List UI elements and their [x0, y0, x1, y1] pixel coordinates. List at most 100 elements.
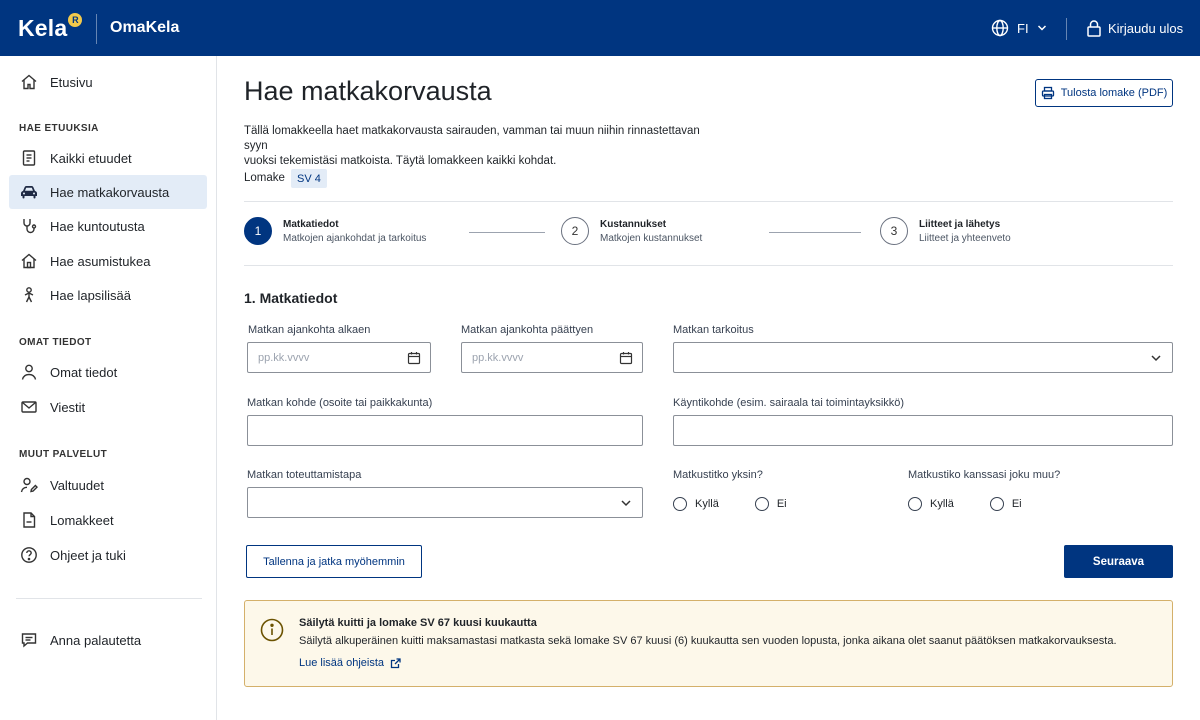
sidebar-divider [16, 598, 202, 599]
start-date-placeholder: pp.kk.vvvv [258, 351, 310, 364]
sidebar-item-travel-reimbursement[interactable]: Hae matkakorvausta [9, 175, 207, 209]
companion-yes-radio[interactable]: Kyllä [908, 497, 954, 511]
person-icon [19, 362, 39, 382]
sidebar-section-title: HAE ETUUKSIA [19, 123, 99, 134]
sidebar-item-child-benefit[interactable]: Hae lapsilisää [9, 278, 207, 312]
save-continue-later-button[interactable]: Tallenna ja jatka myöhemmin [246, 545, 422, 578]
start-date-label: Matkan ajankohta alkaen [248, 324, 371, 336]
header-divider [96, 14, 97, 44]
purpose-label: Matkan tarkoitus [673, 324, 754, 336]
document-icon [19, 148, 39, 168]
globe-icon [991, 19, 1009, 37]
read-more-label: Lue lisää ohjeista [299, 657, 385, 669]
destination-input[interactable] [247, 415, 643, 446]
companion-no-radio[interactable]: Ei [989, 497, 1022, 511]
person-edit-icon [19, 475, 39, 495]
sidebar-item-label: Lomakkeet [50, 512, 114, 528]
sidebar-item-label: Hae matkakorvausta [50, 184, 170, 200]
radio-dot[interactable] [989, 497, 1004, 511]
info-notice: Säilytä kuitti ja lomake SV 67 kuusi kuu… [244, 600, 1173, 687]
logout-button[interactable]: Kirjaudu ulos [1086, 19, 1183, 37]
traveled-alone-label: Matkustitko yksin? [673, 469, 763, 481]
travel-mode-select[interactable] [247, 487, 643, 518]
sidebar-item-label: Hae asumistukea [50, 253, 151, 269]
visit-location-label: Käyntikohde (esim. sairaala tai toiminta… [673, 397, 905, 409]
step-subtitle: Matkojen ajankohdat ja tarkoitus [283, 232, 427, 244]
logout-label: Kirjaudu ulos [1108, 20, 1184, 36]
form-code-badge: SV 4 [291, 169, 327, 188]
top-bar: Kela R OmaKela FI Kirjaudu ulos [0, 0, 1200, 56]
sidebar-item-authorizations[interactable]: Valtuudet [9, 468, 207, 502]
car-icon [19, 182, 39, 202]
step-connector [769, 232, 861, 233]
traveled-alone-no-radio[interactable]: Ei [754, 497, 787, 511]
sidebar-item-all-benefits[interactable]: Kaikki etuudet [9, 141, 207, 175]
sidebar-section-title: MUUT PALVELUT [19, 449, 108, 460]
file-icon [19, 510, 39, 530]
question-icon [19, 545, 39, 565]
sidebar-item-home[interactable]: Etusivu [9, 65, 207, 99]
calendar-icon[interactable] [407, 351, 421, 365]
sidebar-item-label: Hae lapsilisää [50, 287, 131, 303]
sidebar-item-help[interactable]: Ohjeet ja tuki [9, 538, 207, 572]
radio-label: Kyllä [695, 498, 719, 510]
section-title: 1. Matkatiedot [244, 290, 338, 306]
step-1[interactable]: 1 Matkatiedot Matkojen ajankohdat ja tar… [244, 217, 426, 245]
traveled-alone-radio-group: Kyllä Ei [673, 497, 787, 511]
sidebar-section-title: OMAT TIEDOT [19, 337, 92, 348]
step-2[interactable]: 2 Kustannukset Matkojen kustannukset [561, 217, 702, 245]
sidebar-item-messages[interactable]: Viestit [9, 390, 207, 424]
calendar-icon[interactable] [619, 351, 633, 365]
read-more-link[interactable]: Lue lisää ohjeista [299, 657, 401, 669]
traveled-alone-yes-radio[interactable]: Kyllä [673, 497, 719, 511]
house-icon [19, 251, 39, 271]
radio-dot[interactable] [673, 497, 687, 511]
divider [244, 265, 1173, 266]
step-connector [469, 232, 545, 233]
sidebar-item-housing-allowance[interactable]: Hae asumistukea [9, 244, 207, 278]
chevron-down-icon [1037, 25, 1046, 31]
sidebar-item-label: Anna palautetta [50, 632, 142, 648]
sidebar-item-label: Ohjeet ja tuki [50, 547, 126, 563]
radio-dot[interactable] [908, 497, 922, 511]
step-subtitle: Matkojen kustannukset [600, 232, 703, 244]
app-name: OmaKela [110, 19, 180, 36]
external-link-icon [390, 657, 401, 668]
chat-icon [19, 630, 39, 650]
divider [244, 201, 1173, 202]
radio-label: Ei [1011, 498, 1022, 510]
sidebar-item-forms[interactable]: Lomakkeet [9, 503, 207, 537]
step-subtitle: Liitteet ja yhteenveto [919, 232, 1011, 244]
start-date-input[interactable]: pp.kk.vvvv [247, 342, 431, 373]
sidebar-item-rehabilitation[interactable]: Hae kuntoutusta [9, 209, 207, 243]
intro-text: Tällä lomakkeella haet matkakorvausta sa… [244, 124, 724, 169]
end-date-label: Matkan ajankohta päättyen [461, 324, 594, 336]
header-divider-right [1066, 18, 1067, 40]
companion-label: Matkustiko kanssasi joku muu? [908, 469, 1061, 481]
kela-logo[interactable]: Kela R [18, 13, 83, 43]
child-icon [19, 285, 39, 305]
intro-line: vuoksi tekemistäsi matkoista. Täytä loma… [244, 155, 557, 167]
print-pdf-button[interactable]: Tulosta lomake (PDF) [1035, 79, 1173, 107]
end-date-placeholder: pp.kk.vvvv [472, 351, 524, 364]
sidebar-item-label: Kaikki etuudet [50, 150, 132, 166]
sidebar-item-label: Viestit [50, 399, 86, 415]
language-code: FI [1017, 20, 1029, 36]
intro-line: Tällä lomakkeella haet matkakorvausta sa… [244, 125, 700, 152]
step-3[interactable]: 3 Liitteet ja lähetys Liitteet ja yhteen… [880, 217, 1011, 245]
radio-dot[interactable] [754, 497, 769, 511]
sidebar-item-feedback[interactable]: Anna palautetta [9, 623, 207, 657]
step-title: Matkatiedot [283, 218, 339, 230]
logo-badge: R [68, 13, 83, 27]
radio-label: Kyllä [930, 498, 954, 510]
chevron-down-icon [621, 500, 631, 507]
sidebar-item-own-info[interactable]: Omat tiedot [9, 355, 207, 389]
step-number: 1 [244, 217, 272, 245]
language-selector[interactable]: FI [991, 19, 1047, 37]
logo-text: Kela [18, 15, 68, 41]
page-title: Hae matkakorvausta [244, 76, 492, 106]
purpose-select[interactable] [673, 342, 1173, 373]
next-button[interactable]: Seuraava [1064, 545, 1173, 578]
end-date-input[interactable]: pp.kk.vvvv [461, 342, 643, 373]
visit-location-input[interactable] [673, 415, 1173, 446]
